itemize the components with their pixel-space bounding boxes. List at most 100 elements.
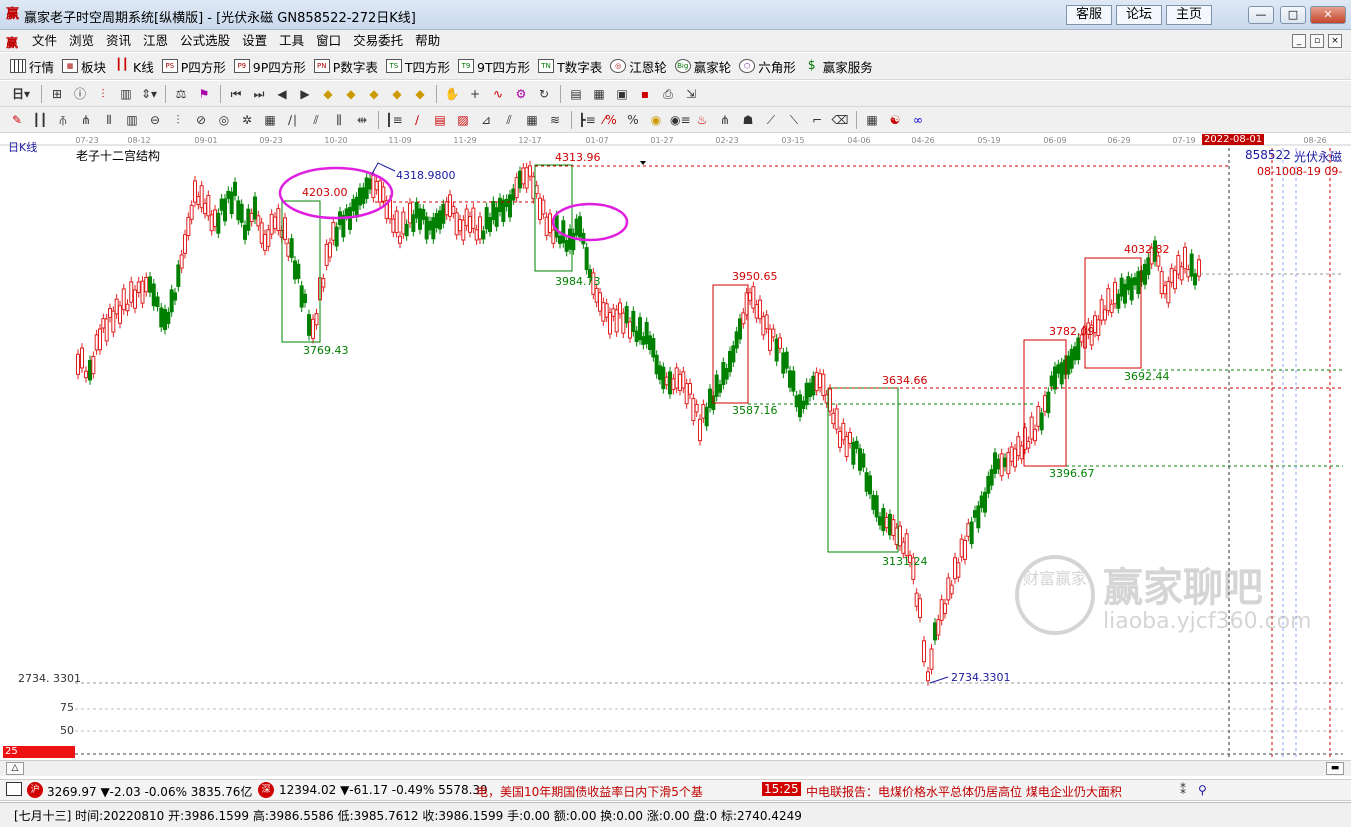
toolbar-gann-wheel[interactable]: ◎ 江恩轮 (610, 57, 667, 76)
spiral-icon[interactable]: ◎ (215, 111, 233, 129)
homepage-link[interactable]: 主页 (1166, 5, 1212, 25)
chart-type-icon[interactable]: ⊞ (48, 85, 66, 103)
ticker-settings-icon[interactable]: ⚲ (1198, 783, 1207, 797)
next-icon[interactable]: ▶ (296, 85, 314, 103)
levels-icon[interactable]: ┣≡ (578, 111, 596, 129)
news-headline-2[interactable]: 中电联报告：电煤价格水平总体仍居高位 煤电企业仍大面积 (806, 783, 1122, 800)
ladder-icon[interactable]: ⫼ (330, 111, 348, 129)
toolbar-p-table[interactable]: PN P数字表 (313, 57, 378, 76)
kline-chart[interactable]: 07-23 08-12 09-01 09-23 10-20 11-09 11-29 12-17… (0, 134, 1351, 774)
first-page-icon[interactable]: ⏮ (227, 85, 245, 103)
toolbar-service[interactable]: $ 赢家服务 (804, 57, 873, 76)
trendline-icon[interactable]: ∕ (408, 111, 426, 129)
customer-service-link[interactable]: 客服 (1066, 5, 1112, 25)
slope-up-icon[interactable]: ⟋ (762, 111, 780, 129)
expand-icon[interactable]: ◆ (365, 85, 383, 103)
golden-icon[interactable]: ☗ (739, 111, 757, 129)
gear-icon[interactable]: ⚙ (512, 85, 530, 103)
grid-box-icon[interactable]: ▦ (261, 111, 279, 129)
last-page-icon[interactable]: ⏭ (250, 85, 268, 103)
vertical-lines-icon[interactable]: ┃┃ (31, 111, 49, 129)
toolbar-p-square[interactable]: PS P四方形 (161, 57, 226, 76)
menu-browse[interactable]: 浏览 (63, 33, 100, 49)
toolbar-9t-square[interactable]: T9 9T四方形 (457, 57, 530, 76)
arrows-icon[interactable]: ⇹ (353, 111, 371, 129)
pitchfork-icon[interactable]: ⋔ (77, 111, 95, 129)
menu-file[interactable]: 文件 (26, 33, 63, 49)
infinity-icon[interactable]: ∞ (909, 111, 927, 129)
cycle-icon[interactable]: ⊘ (192, 111, 210, 129)
table-icon[interactable]: ▦ (523, 111, 541, 129)
coin-lines-icon[interactable]: ◉≡ (670, 111, 691, 129)
refresh-icon[interactable]: ↻ (535, 85, 553, 103)
menu-gann[interactable]: 江恩 (137, 33, 174, 49)
export-icon[interactable]: ⇲ (682, 85, 700, 103)
toolbar-t-square[interactable]: TS T四方形 (385, 57, 450, 76)
pen-icon[interactable]: ✎ (8, 111, 26, 129)
compass-icon[interactable]: ✲ (238, 111, 256, 129)
horizontal-scrollbar[interactable]: △ ▬ (0, 760, 1351, 776)
fire-icon[interactable]: ♨ (693, 111, 711, 129)
grid-icon[interactable] (6, 782, 22, 796)
zoom-in-icon[interactable]: ◆ (319, 85, 337, 103)
zoom-out-icon[interactable]: ◆ (342, 85, 360, 103)
menu-tools[interactable]: 工具 (273, 33, 310, 49)
yin-yang-icon[interactable]: ☯ (886, 111, 904, 129)
toolbar-9p-square[interactable]: P9 9P四方形 (233, 57, 306, 76)
mdi-minimize-button[interactable]: _ (1292, 34, 1306, 48)
bars-icon[interactable]: ▥ (123, 111, 141, 129)
info-icon[interactable]: ⓘ (71, 85, 89, 103)
shrink-icon[interactable]: ◆ (388, 85, 406, 103)
menu-window[interactable]: 窗口 (310, 33, 347, 49)
crosshair-icon[interactable]: + (466, 85, 484, 103)
scroll-up-button[interactable]: △ (6, 762, 24, 775)
hatch-icon[interactable]: ≋ (546, 111, 564, 129)
weight-icon[interactable]: ⚖ (172, 85, 190, 103)
scroll-right-button[interactable]: ▬ (1326, 762, 1344, 775)
fibonacci-icon[interactable]: ▤ (431, 111, 449, 129)
fan-lines-icon[interactable]: ⫚ (54, 111, 72, 129)
wave-icon[interactable]: ∿ (489, 85, 507, 103)
period-select[interactable]: 日▾ (8, 85, 34, 103)
mdi-close-button[interactable]: × (1328, 34, 1342, 48)
news-headline-1[interactable]: 电，美国10年期国债收益率日内下滑5个基 (476, 783, 703, 800)
minimize-button[interactable]: — (1248, 6, 1274, 24)
ruler-icon[interactable]: ┃≡ (385, 111, 403, 129)
percent-icon[interactable]: % (624, 111, 642, 129)
menu-formula[interactable]: 公式选股 (174, 33, 236, 49)
close-button[interactable]: ✕ (1310, 6, 1346, 24)
eraser-icon[interactable]: ⌫ (831, 111, 849, 129)
slope-down-icon[interactable]: ⟍ (785, 111, 803, 129)
toolbar-t-table[interactable]: TN T数字表 (538, 57, 602, 76)
mdi-restore-button[interactable]: ▫ (1310, 34, 1324, 48)
chart-canvas[interactable]: 07-23 08-12 09-01 09-23 10-20 11-09 11-29 12-17… (0, 134, 1351, 774)
menu-info[interactable]: 资讯 (100, 33, 137, 49)
wave-lines-icon[interactable]: ⫶ (169, 111, 187, 129)
toolbar-quotes[interactable]: 行情 (10, 57, 54, 76)
menu-settings[interactable]: 设置 (236, 33, 273, 49)
ticker-more-icon[interactable]: ⁑ (1180, 783, 1186, 797)
indicator-icon[interactable]: ⫶ (94, 85, 112, 103)
angle-icon[interactable]: ∕∣ (284, 111, 302, 129)
box-icon[interactable]: ▨ (454, 111, 472, 129)
triangle-icon[interactable]: ⊿ (477, 111, 495, 129)
toolbar-kline[interactable]: ┃┃ K线 (114, 57, 153, 76)
fork-icon[interactable]: ⋔ (716, 111, 734, 129)
notes-icon[interactable]: ▣ (613, 85, 631, 103)
save-icon[interactable]: ▪ (636, 85, 654, 103)
print-icon[interactable]: ⎙ (659, 85, 677, 103)
toolbar-sectors[interactable]: ▦ 板块 (62, 57, 106, 76)
hand-icon[interactable]: ✋ (443, 85, 461, 103)
forum-link[interactable]: 论坛 (1116, 5, 1162, 25)
coin-icon[interactable]: ◉ (647, 111, 665, 129)
cursor-select-icon[interactable]: ⇕▾ (140, 85, 158, 103)
channel-icon[interactable]: ⫽ (307, 111, 325, 129)
step-icon[interactable]: ⌐ (808, 111, 826, 129)
calculator-icon[interactable]: ▦ (590, 85, 608, 103)
time-zone-icon[interactable]: ⫴ (100, 111, 118, 129)
maximize-button[interactable]: □ (1280, 6, 1306, 24)
circle-cross-icon[interactable]: ⊖ (146, 111, 164, 129)
table-view-icon[interactable]: ▦ (863, 111, 881, 129)
menu-trade[interactable]: 交易委托 (347, 33, 409, 49)
menu-help[interactable]: 帮助 (409, 33, 446, 49)
